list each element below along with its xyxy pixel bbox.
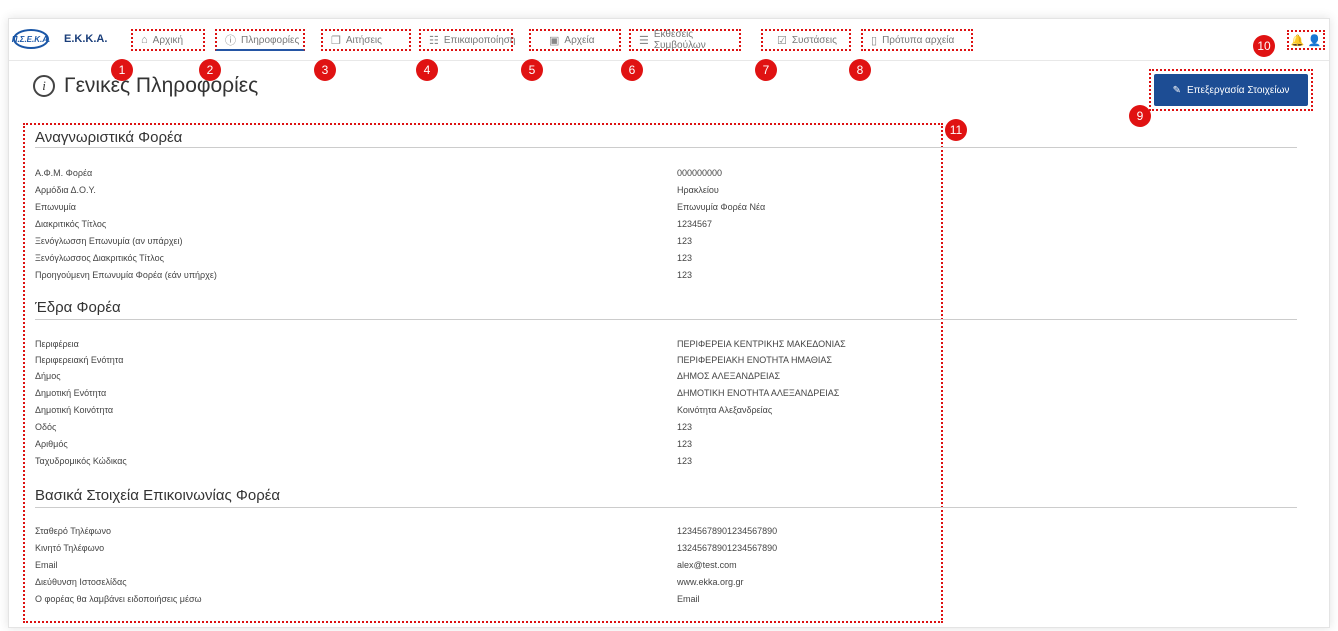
nav-label-reports: Εκθέσεις Συμβούλων xyxy=(653,29,706,51)
page-title-text: Γενικές Πληροφορίες xyxy=(64,74,259,97)
nav-label-home: Αρχική xyxy=(152,34,184,46)
nav-label-templates: Πρότυπα αρχεία xyxy=(882,34,955,46)
field-label: Αριθμός xyxy=(35,439,68,449)
nav-label-update: Επικαιροποίηση xyxy=(443,34,516,46)
field-value: Επωνυμία Φορέα Νέα xyxy=(677,202,766,212)
field-label: Περιφέρεια xyxy=(35,339,79,349)
edit-details-button[interactable]: ✎ Επεξεργασία Στοιχείων xyxy=(1154,74,1308,106)
annotation-badge: 1 xyxy=(111,59,133,81)
field-label: Αρμόδια Δ.Ο.Υ. xyxy=(35,185,96,195)
nav-item-files[interactable]: ▣ Αρχεία xyxy=(529,29,621,51)
field-value: 123 xyxy=(677,456,693,466)
annotation-badge: 9 xyxy=(1129,105,1151,127)
page-title: i Γενικές Πληροφορίες xyxy=(33,74,258,98)
info-icon: i xyxy=(33,75,55,97)
bell-icon[interactable]: 🔔 xyxy=(1291,34,1305,47)
folder-icon: ▣ xyxy=(549,34,560,47)
nav-label-info: Πληροφορίες xyxy=(241,34,300,46)
field-value: 1234567 xyxy=(677,219,713,229)
section-title: Αναγνωριστικά Φορέα xyxy=(35,129,183,146)
logo[interactable]: Π.Σ.Ε.Κ.Α. xyxy=(11,29,51,49)
field-value: 123 xyxy=(677,253,693,263)
calendar-icon: ☷ xyxy=(429,34,439,47)
annotation-badge: 10 xyxy=(1253,35,1275,57)
field-label: Ο φορέας θα λαμβάνει ειδοποιήσεις μέσω xyxy=(35,594,202,604)
nav-label-applications: Αιτήσεις xyxy=(345,34,382,46)
annotation-badge: 5 xyxy=(521,59,543,81)
field-label: Κινητό Τηλέφωνο xyxy=(35,543,105,553)
nav-item-reports[interactable]: ☰ Εκθέσεις Συμβούλων xyxy=(629,29,741,51)
brand-name: Ε.Κ.Κ.Α. xyxy=(64,33,108,45)
field-value: Email xyxy=(677,594,700,604)
field-value: 13245678901234567890 xyxy=(677,543,778,553)
field-value: www.ekka.org.gr xyxy=(677,577,744,587)
field-value: Κοινότητα Αλεξανδρείας xyxy=(677,405,773,415)
field-value: 123 xyxy=(677,236,693,246)
document-icon: ❐ xyxy=(331,34,341,47)
annotation-badge: 3 xyxy=(314,59,336,81)
field-label: Δημοτική Ενότητα xyxy=(35,388,107,398)
field-label: Δήμος xyxy=(35,371,61,381)
annotation-badge: 7 xyxy=(755,59,777,81)
section-divider xyxy=(35,147,1297,148)
info-icon: ⓘ xyxy=(225,35,236,47)
field-label: Οδός xyxy=(35,422,57,432)
top-right-actions: 🔔 👤 xyxy=(1287,30,1325,50)
field-value: ΠΕΡΙΦΕΡΕΙΑΚΗ ΕΝΟΤΗΤΑ ΗΜΑΘΙΑΣ xyxy=(677,355,832,365)
file-icon: ▯ xyxy=(871,34,878,47)
field-value: ΔΗΜΟΤΙΚΗ ΕΝΟΤΗΤΑ ΑΛΕΞΑΝΔΡΕΙΑΣ xyxy=(677,388,840,398)
annotation-badge: 2 xyxy=(199,59,221,81)
field-label: Ξενόγλωσσος Διακριτικός Τίτλος xyxy=(35,253,164,263)
edit-button-highlight: ✎ Επεξεργασία Στοιχείων xyxy=(1149,69,1313,111)
top-navigation: Π.Σ.Ε.Κ.Α. Ε.Κ.Κ.Α. ⌂ Αρχική ⓘ Πληροφορί… xyxy=(9,19,1329,61)
section-divider xyxy=(35,319,1297,320)
nav-item-templates[interactable]: ▯ Πρότυπα αρχεία xyxy=(861,29,973,51)
nav-label-recommendations: Συστάσεις xyxy=(791,34,837,46)
nav-item-info[interactable]: ⓘ Πληροφορίες xyxy=(215,29,305,51)
report-icon: ☰ xyxy=(639,34,649,47)
field-value: ΔΗΜΟΣ ΑΛΕΞΑΝΔΡΕΙΑΣ xyxy=(677,371,781,381)
logo-text: Π.Σ.Ε.Κ.Α. xyxy=(11,34,51,44)
nav-item-recommendations[interactable]: ☑ Συστάσεις xyxy=(761,29,851,51)
content-highlight xyxy=(23,123,943,623)
field-label: Ξενόγλωσση Επωνυμία (αν υπάρχει) xyxy=(35,236,183,246)
nav-label-files: Αρχεία xyxy=(564,34,595,46)
field-label: Α.Φ.Μ. Φορέα xyxy=(35,168,93,178)
nav-item-home[interactable]: ⌂ Αρχική xyxy=(131,29,205,51)
field-value: ΠΕΡΙΦΕΡΕΙΑ ΚΕΝΤΡΙΚΗΣ ΜΑΚΕΔΟΝΙΑΣ xyxy=(677,339,846,349)
field-value: Ηρακλείου xyxy=(677,185,719,195)
section-title: Έδρα Φορέα xyxy=(35,299,121,316)
annotation-badge: 6 xyxy=(621,59,643,81)
field-value: 123 xyxy=(677,422,693,432)
annotation-badge: 8 xyxy=(849,59,871,81)
checklist-icon: ☑ xyxy=(777,34,787,47)
field-value: 12345678901234567890 xyxy=(677,526,778,536)
field-label: Προηγούμενη Επωνυμία Φορέα (εάν υπήρχε) xyxy=(35,270,217,280)
section-divider xyxy=(35,507,1297,508)
annotation-badge: 11 xyxy=(945,119,967,141)
user-icon[interactable]: 👤 xyxy=(1308,34,1322,47)
annotation-badge: 4 xyxy=(416,59,438,81)
edit-button-label: Επεξεργασία Στοιχείων xyxy=(1186,84,1290,96)
nav-item-update[interactable]: ☷ Επικαιροποίηση xyxy=(419,29,516,51)
field-label: Διεύθυνση Ιστοσελίδας xyxy=(35,577,127,587)
field-value: 000000000 xyxy=(677,168,723,178)
nav-item-applications[interactable]: ❐ Αιτήσεις xyxy=(321,29,411,51)
home-icon: ⌂ xyxy=(141,34,148,46)
pencil-icon: ✎ xyxy=(1172,84,1181,96)
field-label: Δημοτική Κοινότητα xyxy=(35,405,114,415)
field-label: Διακριτικός Τίτλος xyxy=(35,219,107,229)
field-label: Περιφερειακή Ενότητα xyxy=(35,355,124,365)
field-label: Email xyxy=(35,560,58,570)
field-label: Ταχυδρομικός Κώδικας xyxy=(35,456,127,466)
field-value: 123 xyxy=(677,270,693,280)
section-title: Βασικά Στοιχεία Επικοινωνίας Φορέα xyxy=(35,487,281,504)
field-value: 123 xyxy=(677,439,693,449)
field-value: alex@test.com xyxy=(677,560,737,570)
app-window: Π.Σ.Ε.Κ.Α. Ε.Κ.Κ.Α. ⌂ Αρχική ⓘ Πληροφορί… xyxy=(8,18,1330,628)
field-label: Σταθερό Τηλέφωνο xyxy=(35,526,111,536)
field-label: Επωνυμία xyxy=(35,202,76,212)
